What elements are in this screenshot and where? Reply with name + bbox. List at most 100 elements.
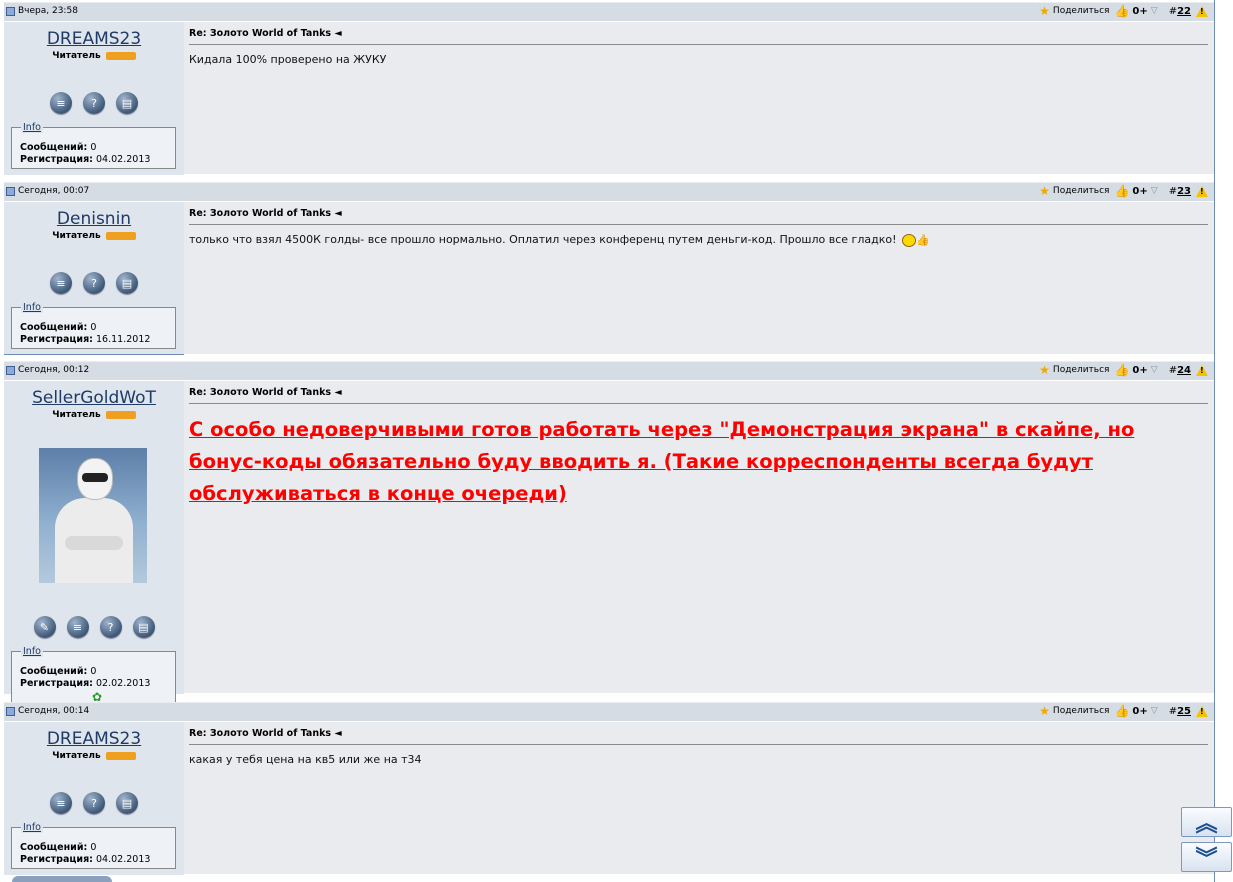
- username-link[interactable]: DREAMS23: [4, 29, 184, 49]
- user-actions: ✎ ≡ ? ▤: [4, 616, 184, 638]
- star-icon[interactable]: ★: [1039, 185, 1050, 197]
- share-link[interactable]: Поделиться: [1053, 6, 1110, 16]
- post-message: Кидала 100% проверено на ЖУКУ: [189, 53, 387, 66]
- post-header: Сегодня, 00:14 ★ Поделиться 👍 0+ ▽ #25: [4, 702, 1214, 722]
- avatar-figure-body: [55, 498, 133, 583]
- multiquote-icon[interactable]: ▤: [132, 616, 155, 638]
- post-date-area: Сегодня, 00:07: [6, 186, 89, 196]
- posts-count-line: Сообщений: 0: [20, 666, 97, 677]
- user-rank: Читатель: [4, 751, 184, 761]
- star-icon[interactable]: ★: [1039, 5, 1050, 17]
- multiquote-icon[interactable]: ▤: [116, 92, 138, 114]
- star-icon[interactable]: ★: [1039, 705, 1050, 717]
- online-status-badge: [105, 410, 136, 419]
- reply-icon[interactable]: ?: [83, 792, 105, 814]
- info-label[interactable]: Info: [21, 122, 43, 133]
- post-number-link[interactable]: #23: [1169, 186, 1191, 197]
- reg-date-line: Регистрация: 02.02.2013: [20, 678, 151, 689]
- rep-down-icon[interactable]: ▽: [1151, 365, 1158, 375]
- post-subject: Re: Золото World of Tanks ◄: [189, 387, 342, 398]
- info-label[interactable]: Info: [21, 822, 43, 833]
- post-date: Сегодня, 00:07: [18, 186, 90, 196]
- post-number-link[interactable]: #25: [1169, 706, 1191, 717]
- post-message: только что взял 4500К голды- все прошло …: [189, 233, 930, 247]
- post-body: DREAMS23 Читатель ≡ ? ▤ Info Сообщений: …: [4, 722, 1214, 875]
- post-subject: Re: Золото World of Tanks ◄: [189, 728, 342, 739]
- post-number-link[interactable]: #24: [1169, 365, 1191, 376]
- subject-divider: [189, 44, 1208, 45]
- posts-count-line: Сообщений: 0: [20, 142, 97, 153]
- user-sidebar: Denisnin Читатель ≡ ? ▤ Info Сообщений: …: [4, 202, 184, 355]
- reg-date-line: Регистрация: 04.02.2013: [20, 854, 151, 865]
- scroll-down-icon[interactable]: ︾: [1181, 842, 1232, 872]
- info-label[interactable]: Info: [21, 302, 43, 313]
- reply-icon[interactable]: ?: [99, 616, 122, 638]
- avatar-figure-helmet: [77, 458, 113, 500]
- post-header: Вчера, 23:58 ★ Поделиться 👍 0+ ▽ #22: [4, 2, 1214, 22]
- star-icon[interactable]: ★: [1039, 364, 1050, 376]
- post-message: С особо недоверчивыми готов работать чер…: [189, 418, 1135, 505]
- post-tools: ★ Поделиться 👍 0+ ▽ #24: [1039, 364, 1208, 376]
- username-link[interactable]: Denisnin: [4, 209, 184, 229]
- reputation-value: 0+: [1132, 705, 1148, 717]
- rep-down-icon[interactable]: ▽: [1151, 186, 1158, 196]
- info-label[interactable]: Info: [21, 646, 43, 657]
- smiley-icon: [902, 233, 916, 247]
- page-right-border: [1214, 0, 1215, 882]
- reputation-value: 0+: [1132, 5, 1148, 17]
- post-date-area: Сегодня, 00:12: [6, 365, 89, 375]
- multiquote-icon[interactable]: ▤: [116, 792, 138, 814]
- subject-divider: [189, 403, 1208, 404]
- warning-icon[interactable]: [1196, 705, 1208, 717]
- reply-icon[interactable]: ?: [83, 272, 105, 294]
- thumbs-up-icon[interactable]: 👍: [1114, 364, 1129, 376]
- rep-down-icon[interactable]: ▽: [1151, 6, 1158, 16]
- warning-icon[interactable]: [1196, 5, 1208, 17]
- quote-icon[interactable]: ≡: [50, 92, 72, 114]
- quote-icon[interactable]: ≡: [50, 792, 72, 814]
- username-link[interactable]: SellerGoldWoT: [4, 388, 184, 408]
- share-link[interactable]: Поделиться: [1053, 365, 1110, 375]
- post-date: Вчера, 23:58: [18, 6, 78, 16]
- avatar[interactable]: [39, 448, 147, 583]
- post-body: Denisnin Читатель ≡ ? ▤ Info Сообщений: …: [4, 202, 1214, 355]
- post-number-link[interactable]: #22: [1169, 6, 1191, 17]
- post: Сегодня, 00:14 ★ Поделиться 👍 0+ ▽ #25 D…: [4, 702, 1214, 875]
- reply-icon[interactable]: ?: [83, 92, 105, 114]
- post-header: Сегодня, 00:07 ★ Поделиться 👍 0+ ▽ #23: [4, 182, 1214, 202]
- user-info-box: Info Сообщений: 0 Регистрация: 04.02.201…: [11, 122, 176, 169]
- warning-icon[interactable]: [1196, 185, 1208, 197]
- doc-icon: [6, 186, 15, 196]
- share-link[interactable]: Поделиться: [1053, 706, 1110, 716]
- user-rank: Читатель: [4, 231, 184, 241]
- user-sidebar: SellerGoldWoT Читатель ✎ ≡ ? ▤ Info Сооб…: [4, 381, 184, 709]
- bottom-tab-strip[interactable]: [12, 876, 112, 882]
- post: Сегодня, 00:07 ★ Поделиться 👍 0+ ▽ #23 D…: [4, 182, 1214, 355]
- post-tools: ★ Поделиться 👍 0+ ▽ #23: [1039, 185, 1208, 197]
- scroll-up-icon[interactable]: ︽: [1181, 807, 1232, 837]
- post-body: SellerGoldWoT Читатель ✎ ≡ ? ▤ Info Сооб…: [4, 381, 1214, 709]
- user-info-box: Info Сообщений: 0 Регистрация: 02.02.201…: [11, 646, 176, 709]
- doc-icon: [6, 6, 15, 16]
- quote-icon[interactable]: ≡: [50, 272, 72, 294]
- warning-icon[interactable]: [1196, 364, 1208, 376]
- multiquote-icon[interactable]: ▤: [116, 272, 138, 294]
- online-status-badge: [105, 751, 136, 760]
- thumbs-up-icon[interactable]: 👍: [1114, 185, 1129, 197]
- thumbs-up-icon[interactable]: 👍: [1114, 5, 1129, 17]
- rep-down-icon[interactable]: ▽: [1151, 706, 1158, 716]
- quote-icon[interactable]: ≡: [66, 616, 89, 638]
- user-actions: ≡ ? ▤: [4, 92, 184, 114]
- share-link[interactable]: Поделиться: [1053, 186, 1110, 196]
- thumbs-up-icon: 👍: [916, 233, 930, 247]
- user-info-box: Info Сообщений: 0 Регистрация: 16.11.201…: [11, 302, 176, 349]
- user-info-box: Info Сообщений: 0 Регистрация: 04.02.201…: [11, 822, 176, 869]
- post-body: DREAMS23 Читатель ≡ ? ▤ Info Сообщений: …: [4, 22, 1214, 175]
- user-sidebar: DREAMS23 Читатель ≡ ? ▤ Info Сообщений: …: [4, 722, 184, 875]
- subject-divider: [189, 744, 1208, 745]
- edit-icon[interactable]: ✎: [33, 616, 56, 638]
- thumbs-up-icon[interactable]: 👍: [1114, 705, 1129, 717]
- user-actions: ≡ ? ▤: [4, 792, 184, 814]
- avatar-figure-visor: [82, 473, 108, 482]
- username-link[interactable]: DREAMS23: [4, 729, 184, 749]
